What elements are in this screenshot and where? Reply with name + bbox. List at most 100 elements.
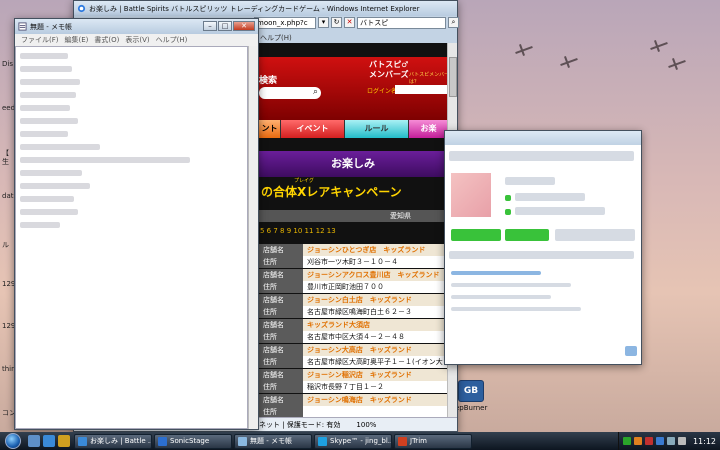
clock[interactable]: 11:12 <box>693 437 716 446</box>
skype-blurred-content <box>449 251 634 259</box>
blurred-text-line <box>20 141 243 152</box>
address-bar[interactable]: moon_x.php?c <box>254 16 316 29</box>
store-table: 店舗名 ジョーシンひとつぎ店 キッズランド 住所 刈谷市一ツ木町３－１０－４ 店舗名 ジョ… <box>259 244 447 417</box>
notepad-scrollbar[interactable] <box>248 46 258 429</box>
task-button[interactable]: SonicStage <box>154 433 232 449</box>
skype-send-icon[interactable] <box>625 346 637 356</box>
notepad-menubar: ファイル(F) 編集(E) 書式(O) 表示(V) ヘルプ(H) <box>15 34 258 46</box>
skype-button[interactable] <box>505 229 549 241</box>
volume-icon[interactable] <box>677 437 686 445</box>
ie-titlebar[interactable]: お楽しみ | Battle Spirits バトルスピリッツ トレーディングカー… <box>74 1 457 16</box>
skype-status-indicator <box>505 209 511 215</box>
maximize-button[interactable]: □ <box>218 21 232 31</box>
nav-item-rule[interactable]: ルール <box>345 120 409 138</box>
show-desktop-icon[interactable] <box>28 435 40 447</box>
store-address-key: 住所 <box>259 381 303 393</box>
skype-window[interactable] <box>444 130 642 365</box>
skype-titlebar[interactable] <box>445 131 641 145</box>
blurred-text <box>20 78 80 85</box>
desktop-icon-gb[interactable]: GB <box>458 380 484 402</box>
notepad-icon <box>18 22 27 31</box>
blurred-text-line <box>20 50 243 61</box>
menu-help[interactable]: ヘルプ(H) <box>156 35 188 45</box>
notepad-title-text: 無題 - メモ帳 <box>30 22 72 31</box>
store-name[interactable]: ジョーシンアクロス豊川店 キッズランド <box>303 269 447 281</box>
task-button[interactable]: Skype™ - jing_bl... <box>314 433 392 449</box>
nav-item-event[interactable]: イベント <box>281 120 345 138</box>
desktop-label[interactable]: ル <box>2 240 9 250</box>
store-row: 店舗名 ジョーシンひとつぎ店 キッズランド 住所 刈谷市一ツ木町３－１０－４ <box>259 244 447 269</box>
desktop-label[interactable]: 生 <box>2 157 9 167</box>
login-label: ログイン名 <box>367 88 398 95</box>
blurred-text <box>20 208 78 215</box>
skype-button[interactable] <box>451 229 501 241</box>
pagination[interactable]: 5 6 7 8 9 10 11 12 13 <box>260 227 336 235</box>
store-name[interactable]: キッズランド大須店 <box>303 319 447 331</box>
store-name[interactable]: ジョーシン白土店 キッズランド <box>303 294 447 306</box>
zoom-level[interactable]: 100% <box>356 421 376 429</box>
task-button[interactable]: JTrim <box>394 433 472 449</box>
quick-launch <box>28 435 70 447</box>
scroll-thumb[interactable] <box>449 57 457 97</box>
notepad-window[interactable]: 無題 - メモ帳 – □ ✕ ファイル(F) 編集(E) 書式(O) 表示(V)… <box>14 18 259 430</box>
campaign-title: の合体Xレアキャンペーン <box>261 185 402 199</box>
skype-avatar <box>451 173 491 217</box>
skype-link[interactable] <box>451 271 541 275</box>
taskbar: お楽しみ | Battle ... SonicStage 無題 - メモ帳 Skype… <box>0 432 720 450</box>
blurred-text-line <box>20 193 243 204</box>
task-app-icon <box>318 436 327 446</box>
desktop-label-burner[interactable]: epBurner <box>455 404 487 412</box>
nav-item[interactable]: ント <box>259 120 281 138</box>
refresh-icon[interactable]: ↻ <box>331 17 342 28</box>
skype-blurred-content <box>451 283 571 287</box>
blurred-text-line <box>20 167 243 178</box>
status-text: ネット | 保護モード: 有効 <box>259 420 341 429</box>
nav-item-fun[interactable]: お楽 <box>409 120 447 138</box>
task-button[interactable]: お楽しみ | Battle ... <box>74 433 152 449</box>
network-icon[interactable] <box>666 437 675 445</box>
notepad-window-controls: – □ ✕ <box>203 21 255 31</box>
member-link[interactable]: バトスピメンバーズとは？ <box>409 71 447 85</box>
search-box[interactable]: バトスピ <box>357 16 446 29</box>
blurred-text <box>20 65 72 72</box>
menu-format[interactable]: 書式(O) <box>94 35 119 45</box>
address-dropdown-button[interactable]: ▾ <box>318 17 329 28</box>
tray-icon[interactable] <box>633 437 642 445</box>
close-button[interactable]: ✕ <box>233 21 255 31</box>
banner-search-input[interactable]: ⌕ <box>259 87 321 99</box>
task-button[interactable]: 無題 - メモ帳 <box>234 433 312 449</box>
login-input[interactable] <box>395 85 447 94</box>
blurred-text <box>20 156 190 163</box>
store-address: 豊川市正岡町池田７００ <box>303 281 447 293</box>
magnifier-icon[interactable]: ⌕ <box>313 87 318 97</box>
store-address: 名古屋市緑区大高町奥平子１－１(イオン大高 <box>303 356 447 378</box>
store-name[interactable]: ジョーシン稲沢店 キッズランド <box>303 369 447 381</box>
desktop-label[interactable]: Dis <box>2 60 13 68</box>
menu-file[interactable]: ファイル(F) <box>21 35 59 45</box>
menu-edit[interactable]: 編集(E) <box>65 35 89 45</box>
store-name[interactable]: ジョーシン鳴海店 キッズランド <box>303 394 447 406</box>
start-button[interactable] <box>2 432 24 450</box>
notepad-text-area[interactable] <box>15 46 248 429</box>
menu-view[interactable]: 表示(V) <box>125 35 149 45</box>
search-icon[interactable]: ⌕ <box>448 17 459 28</box>
desktop-label[interactable]: dat <box>2 192 13 200</box>
blurred-text <box>20 169 82 176</box>
tray-icon[interactable] <box>655 437 664 445</box>
store-name[interactable]: ジョーシン大高店 キッズランド <box>303 344 447 356</box>
app-quicklaunch-icon[interactable] <box>58 435 70 447</box>
tray-icon[interactable] <box>644 437 653 445</box>
minimize-button[interactable]: – <box>203 21 217 31</box>
stop-icon[interactable]: ✕ <box>344 17 355 28</box>
skype-blurred-content <box>451 295 551 299</box>
ie-help-menu[interactable]: ヘルプ(H) <box>260 33 292 43</box>
skype-blurred-content <box>449 151 634 161</box>
tray-icon[interactable] <box>622 437 631 445</box>
store-name-key: 店舗名 <box>259 294 303 306</box>
jet-silhouette <box>560 58 578 66</box>
windows-orb-icon <box>5 433 21 449</box>
ie-quicklaunch-icon[interactable] <box>43 435 55 447</box>
store-name[interactable]: ジョーシンひとつぎ店 キッズランド <box>303 244 447 256</box>
store-address: 稲沢市長野７丁目１－２ <box>303 381 447 393</box>
blurred-text-line <box>20 128 243 139</box>
